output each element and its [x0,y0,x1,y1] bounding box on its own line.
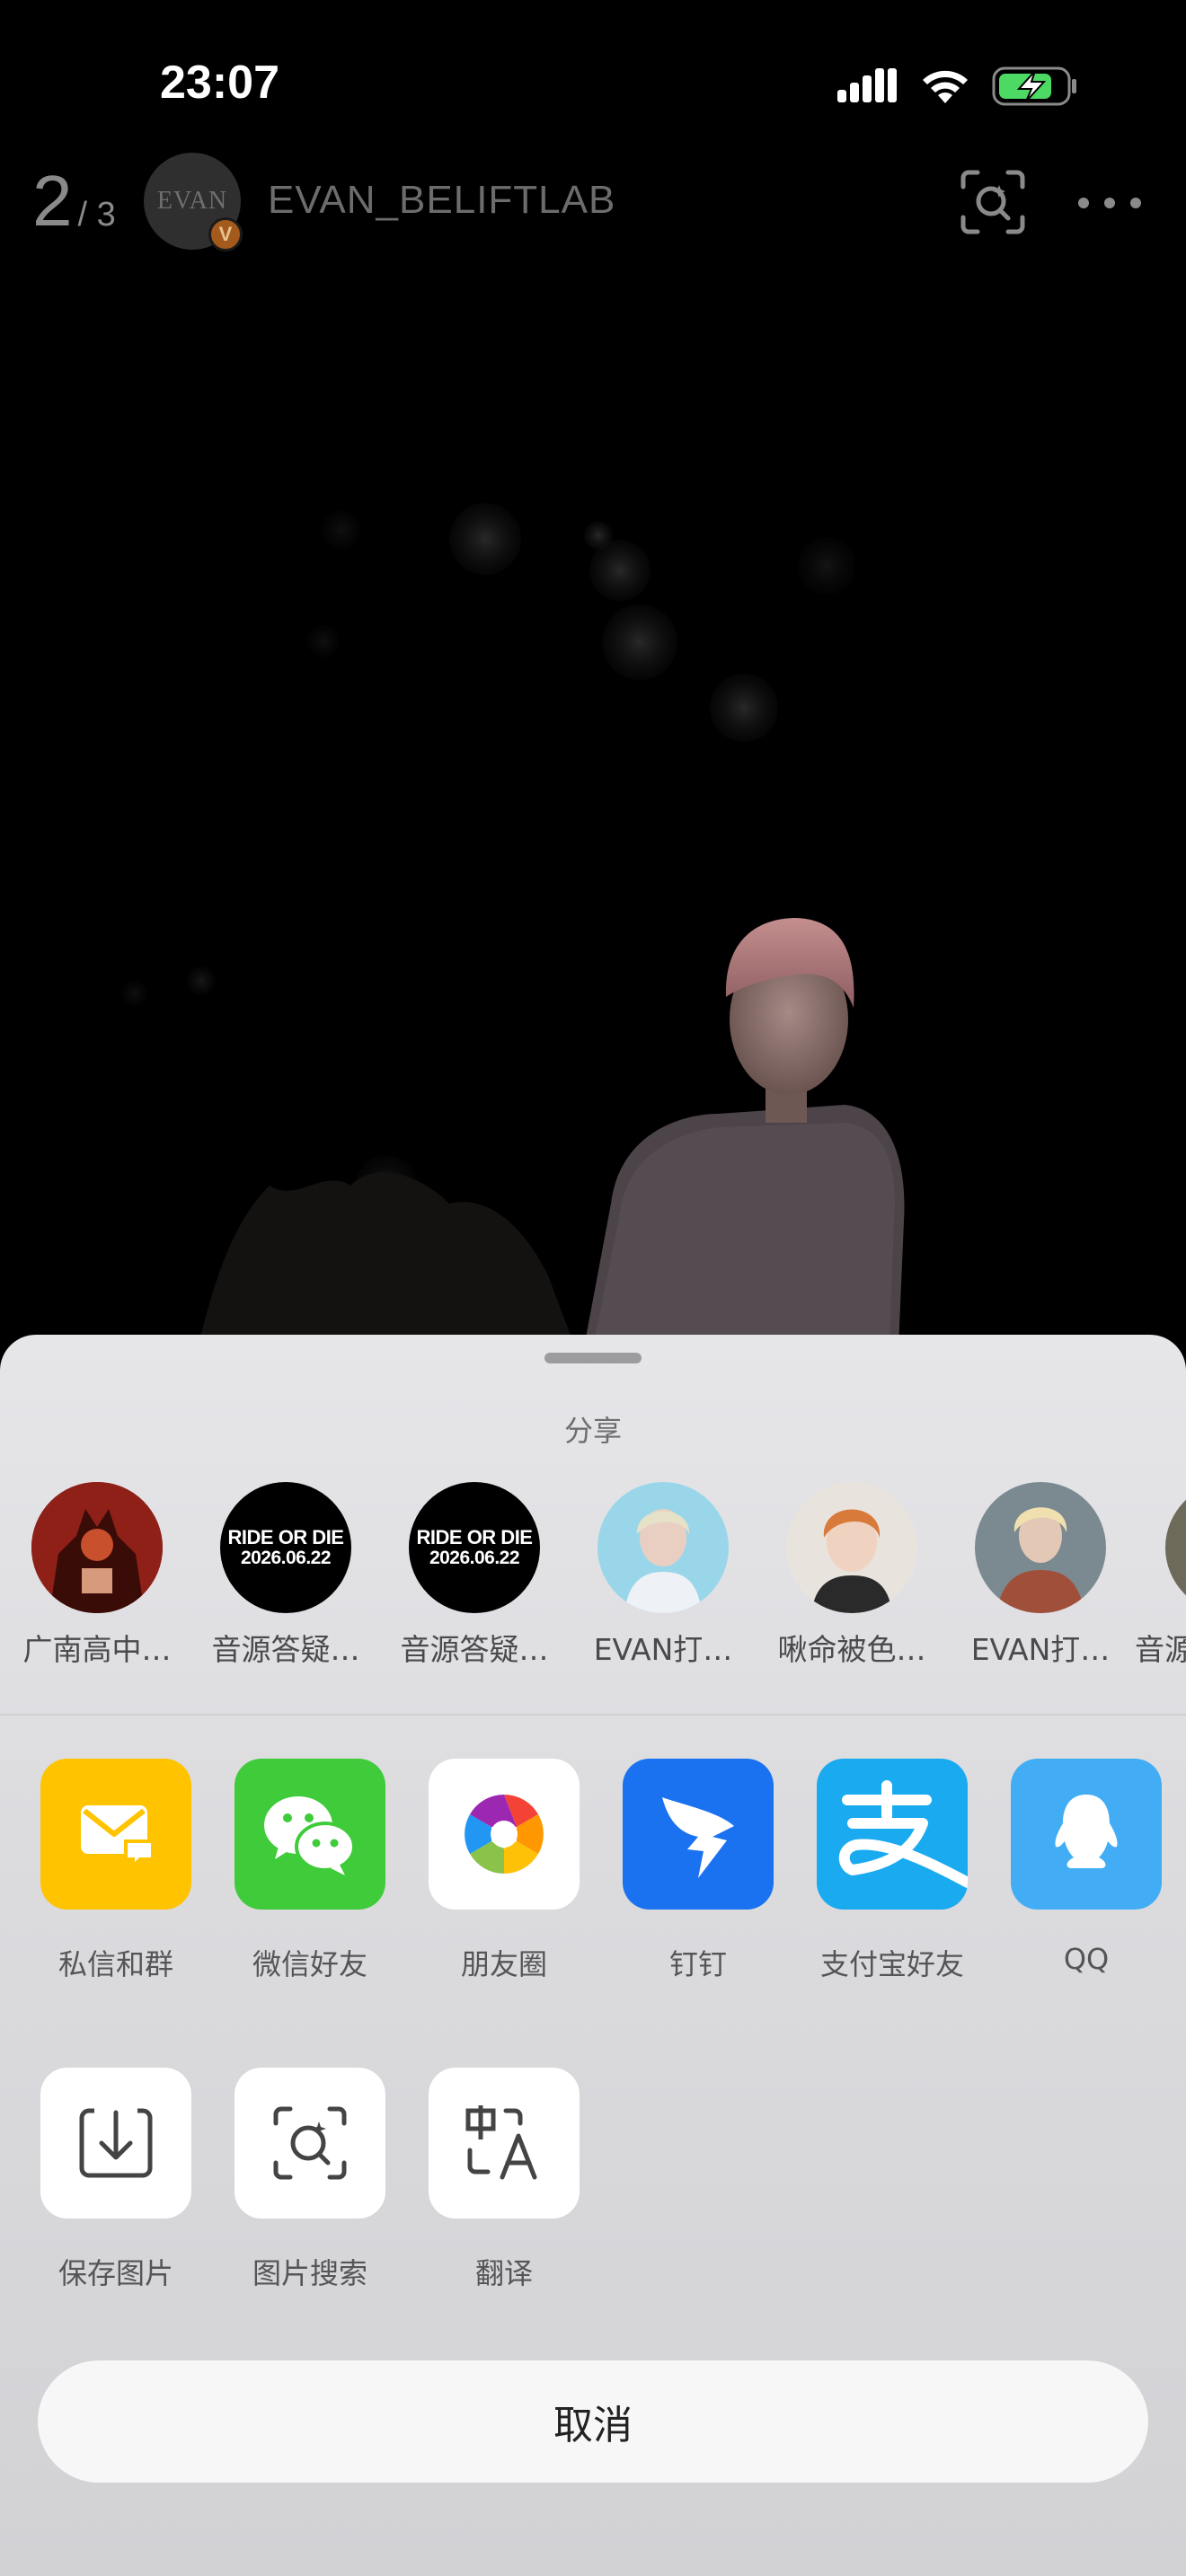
image-search-icon [235,2068,385,2219]
download-icon [40,2068,191,2219]
page-counter: 2/ 3 [32,160,116,243]
image-scan-icon[interactable] [960,169,1026,235]
post-photo [0,269,1186,1347]
more-icon[interactable] [1078,185,1141,221]
moments-aperture-icon [429,1759,580,1910]
contact-avatar [31,1482,163,1613]
viewer-header: 2/ 3 EVAN V EVAN_BELIFTLAB [0,144,1186,260]
contact-name: EVAN打… [593,1632,733,1667]
avatar-text: EVAN [156,187,228,215]
author-username[interactable]: EVAN_BELIFTLAB [268,178,615,223]
photo-orange-hair [786,1482,917,1613]
avatar-line-2: 2026.06.22 [429,1547,520,1568]
avatar-line-1: RIDE OR DIE [227,1526,344,1549]
contact-name: EVAN打… [970,1632,1111,1667]
contact-list: 广南高中… RIDE OR DIE 2026.06.22 音源答疑… RIDE … [0,1482,1186,1667]
qq-penguin-icon [1011,1759,1162,1910]
share-app-wechat[interactable]: 微信好友 [213,1759,407,1983]
wifi-icon [923,70,968,103]
share-app-qq[interactable]: QQ [989,1759,1183,1976]
sheet-title: 分享 [563,1414,622,1448]
contact-avatar [786,1482,917,1613]
app-label: 微信好友 [252,1947,367,1981]
app-label: 支付宝好友 [819,1947,964,1981]
app-label: 朋友圈 [460,1947,547,1981]
cellular-signal-icon [837,68,897,102]
share-sheet: 分享 广南高中… RIDE OR DIE 2026.06.22 音源答疑… RI… [0,1335,1186,2576]
page-total: / 3 [77,196,116,234]
contact-avatar [597,1482,729,1613]
tool-label: 图片搜索 [252,2256,367,2290]
app-label: 钉钉 [668,1947,727,1981]
contact-item[interactable]: 音源 [1135,1482,1186,1669]
contact-avatar: RIDE OR DIE 2026.06.22 [220,1482,351,1613]
status-bar: 23:07 [0,0,1186,153]
contact-item[interactable]: EVAN打… [946,1482,1135,1669]
contact-name: 广南高中… [22,1632,172,1667]
status-icons [837,65,1078,108]
share-app-alipay[interactable]: 支付宝好友 [795,1759,989,1983]
contact-avatar: RIDE OR DIE 2026.06.22 [409,1482,540,1613]
contact-name: 音源答疑… [400,1632,549,1667]
save-image-button[interactable]: 保存图片 [19,2068,213,2292]
dingtalk-icon [623,1759,774,1910]
contact-item[interactable]: EVAN打… [569,1482,757,1669]
photo-blonde-blue [597,1482,729,1613]
red-demon-art [31,1482,163,1613]
tool-label: 保存图片 [58,2256,173,2290]
contact-item[interactable]: 广南高中… [3,1482,191,1669]
tool-label: 翻译 [474,2256,533,2290]
wechat-icon [235,1759,385,1910]
avatar-line-1: RIDE OR DIE [416,1526,533,1549]
contact-name: 音源答疑… [211,1632,360,1667]
alipay-icon [817,1759,968,1910]
app-label: QQ [1063,1942,1110,1976]
cancel-button[interactable]: 取消 [38,2360,1148,2483]
app-label: 私信和群 [58,1947,173,1981]
sheet-grabber[interactable] [544,1353,642,1363]
share-app-dingtalk[interactable]: 钉钉 [601,1759,795,1983]
status-time: 23:07 [160,57,279,109]
contact-name: 音源 [1135,1632,1186,1667]
divider [0,1714,1186,1716]
contact-item[interactable]: 啾命被色… [757,1482,946,1669]
verified-badge: V [208,217,243,251]
contact-avatar [975,1482,1106,1613]
contact-avatar [1165,1482,1186,1613]
image-search-button[interactable]: 图片搜索 [213,2068,407,2292]
page-current: 2 [32,161,73,241]
photo-blonde-jacket [975,1482,1106,1613]
translate-button[interactable]: 翻译 [407,2068,601,2292]
share-app-message[interactable]: 私信和群 [19,1759,213,1983]
battery-charging-icon [992,66,1076,106]
message-envelope-icon [40,1759,191,1910]
translate-icon [429,2068,580,2219]
share-app-moments[interactable]: 朋友圈 [407,1759,601,1983]
avatar-line-2: 2026.06.22 [240,1547,332,1568]
contact-item[interactable]: RIDE OR DIE 2026.06.22 音源答疑… [380,1482,569,1669]
contact-item[interactable]: RIDE OR DIE 2026.06.22 音源答疑… [191,1482,380,1669]
contact-name: 啾命被色… [777,1632,926,1667]
